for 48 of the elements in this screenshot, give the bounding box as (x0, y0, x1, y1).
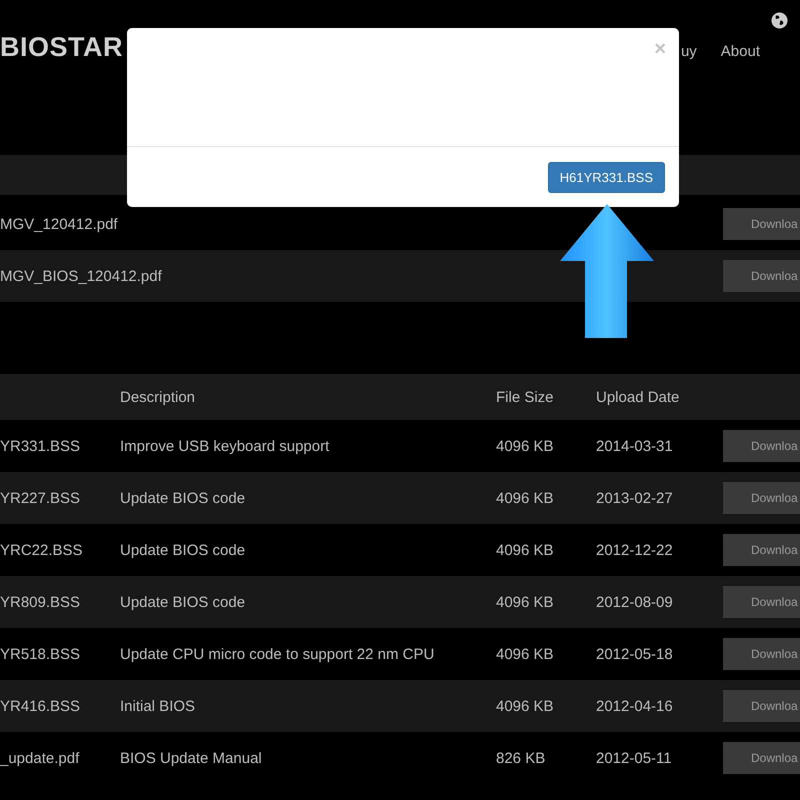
table-cell-text: Update CPU micro code to support 22 nm CPU (120, 646, 436, 662)
table-cell-text: 2013-02-27 (596, 490, 674, 506)
table-cell-text: 4096 KB (496, 542, 555, 558)
nav-link[interactable]: uy (680, 43, 697, 60)
download-button[interactable]: Downloa (723, 430, 800, 462)
table-cell-text: BIOS Update Manual (120, 750, 263, 766)
table-cell-text: Update BIOS code (120, 594, 246, 610)
download-button[interactable]: Downloa (723, 534, 800, 566)
download-button[interactable]: Downloa (723, 260, 800, 292)
download-button[interactable]: Downloa (723, 690, 800, 722)
logo[interactable]: BIOSTAR (0, 32, 123, 63)
table-cell-text: YR227.BSS (0, 490, 82, 506)
table-cell-text: 2012-12-22 (596, 542, 674, 558)
table-cell-text: 2012-04-16 (596, 698, 674, 714)
file-button[interactable]: H61YR331.BSS (548, 162, 665, 192)
column-header: File Size (496, 388, 555, 406)
download-button[interactable]: Downloa (723, 482, 800, 514)
table-cell-text: _update.pdf (0, 750, 80, 766)
table-cell-text: YR416.BSS (0, 698, 82, 714)
file-name: MGV_120412.pdf (0, 216, 119, 232)
table-cell-text: Update BIOS code (120, 490, 246, 506)
table-cell-text: 4096 KB (496, 698, 555, 714)
table-cell-text: 2014-03-31 (596, 438, 674, 454)
table-cell-text: 2012-05-18 (596, 646, 674, 662)
table-cell-text: 4096 KB (496, 490, 555, 506)
arrow-icon (559, 203, 655, 339)
file-name: MGV_BIOS_120412.pdf (0, 268, 163, 284)
column-header: Upload Date (596, 388, 680, 406)
table-cell-text: 826 KB (496, 750, 546, 766)
table-cell-text: 4096 KB (496, 646, 555, 662)
table-cell-text: YR331.BSS (0, 438, 82, 454)
table-cell-text: Initial BIOS (120, 698, 196, 714)
table-cell-text: Improve USB keyboard support (120, 438, 330, 454)
column-header: Description (120, 388, 196, 406)
download-button[interactable]: Downloa (723, 742, 800, 774)
table-cell-text: 4096 KB (496, 594, 555, 610)
table-cell-text: YR809.BSS (0, 594, 82, 610)
nav-link[interactable]: About (720, 43, 760, 60)
table-cell-text: Update BIOS code (120, 542, 246, 558)
table-cell-text: 2012-08-09 (596, 594, 674, 610)
table-cell-text: YR518.BSS (0, 646, 82, 662)
table-cell-text: 4096 KB (496, 438, 555, 454)
download-button[interactable]: Downloa (723, 638, 800, 670)
table-cell-text: YRC22.BSS (0, 542, 84, 558)
download-button[interactable]: Downloa (723, 208, 800, 240)
globe-icon[interactable] (771, 12, 788, 29)
table-cell-text: 2012-05-11 (596, 750, 673, 766)
download-button[interactable]: Downloa (723, 586, 800, 618)
